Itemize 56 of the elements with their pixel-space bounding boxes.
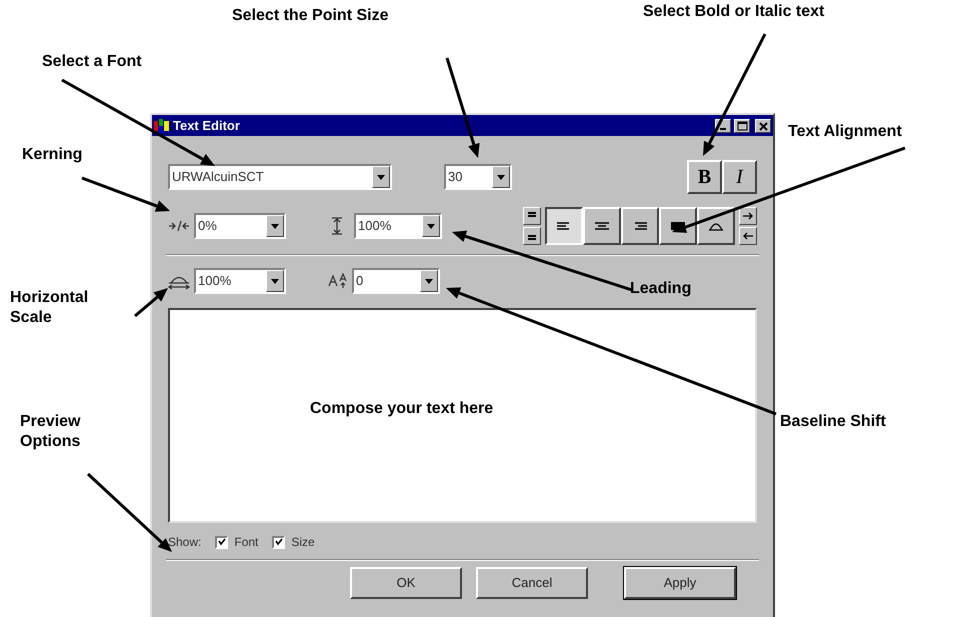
cancel-button[interactable]: Cancel [476, 567, 588, 599]
maximize-icon [736, 120, 748, 132]
italic-button[interactable]: I [722, 160, 757, 194]
dropdown-caret-icon [425, 278, 433, 284]
checkbox-label[interactable]: Font [234, 533, 258, 551]
bottom-align-button[interactable] [523, 227, 541, 245]
dropdown-caret-icon [427, 224, 435, 228]
top-align-button[interactable] [523, 207, 541, 225]
window-title: Text Editor [173, 116, 241, 135]
callout-label: Leading [630, 279, 692, 299]
app-icon [154, 118, 170, 132]
callout-label: Select Bold or Italic text [643, 2, 824, 22]
leading-icon [330, 217, 344, 235]
size-dropdown[interactable]: 30 [444, 164, 512, 190]
baseline-shift-dropdown[interactable]: 0 [352, 268, 440, 294]
kerning-dropdown[interactable]: 0% [194, 213, 286, 239]
callout-label: Baseline Shift [780, 412, 886, 432]
close-icon [756, 120, 770, 132]
align-right-button[interactable] [621, 207, 659, 245]
callout-label: Select a Font [42, 52, 142, 72]
scale-dropdown[interactable]: 100% [194, 268, 286, 294]
leading-dropdown[interactable]: 100% [354, 213, 442, 239]
checkbox-label[interactable]: Size [291, 533, 315, 551]
checkbox[interactable] [272, 536, 286, 548]
align-left-button[interactable] [545, 207, 583, 245]
dropdown-caret-icon [377, 174, 385, 180]
callout-label: Preview Options [20, 412, 82, 452]
maximize-button[interactable] [734, 118, 750, 132]
close-button[interactable] [755, 118, 771, 132]
align-center-button[interactable] [583, 207, 621, 245]
dropdown-caret-icon [271, 224, 279, 228]
checkmark-icon [218, 538, 226, 546]
apply-button[interactable]: Apply [624, 567, 736, 599]
kerning-icon [168, 220, 190, 232]
callout-label: Horizontal Scale [10, 288, 90, 328]
direction-right-icon [742, 210, 754, 222]
callout-label: Select the Point Size [232, 6, 388, 26]
justify-button[interactable] [659, 207, 697, 245]
ok-button[interactable]: OK [350, 567, 462, 599]
callout-label: Kerning [22, 145, 82, 165]
direction-left-button[interactable] [739, 227, 757, 245]
direction-right-button[interactable] [739, 207, 757, 225]
show-label: Show: [168, 534, 202, 551]
callout-arrow [134, 288, 168, 318]
placeholder-text: Compose your text here [310, 399, 494, 419]
callout-label: Text Alignment [788, 122, 902, 142]
direction-left-icon [742, 230, 754, 242]
checkbox[interactable] [215, 536, 228, 548]
text-area[interactable] [168, 308, 757, 523]
bold-button[interactable]: B [687, 160, 722, 194]
checkmark-icon [274, 538, 283, 546]
arc-align-button[interactable] [697, 207, 735, 245]
minimize-icon [720, 128, 726, 130]
dropdown-caret-icon [497, 174, 505, 180]
font-dropdown[interactable]: URWAlcuinSCT [168, 164, 392, 190]
dropdown-caret-icon [271, 278, 279, 284]
